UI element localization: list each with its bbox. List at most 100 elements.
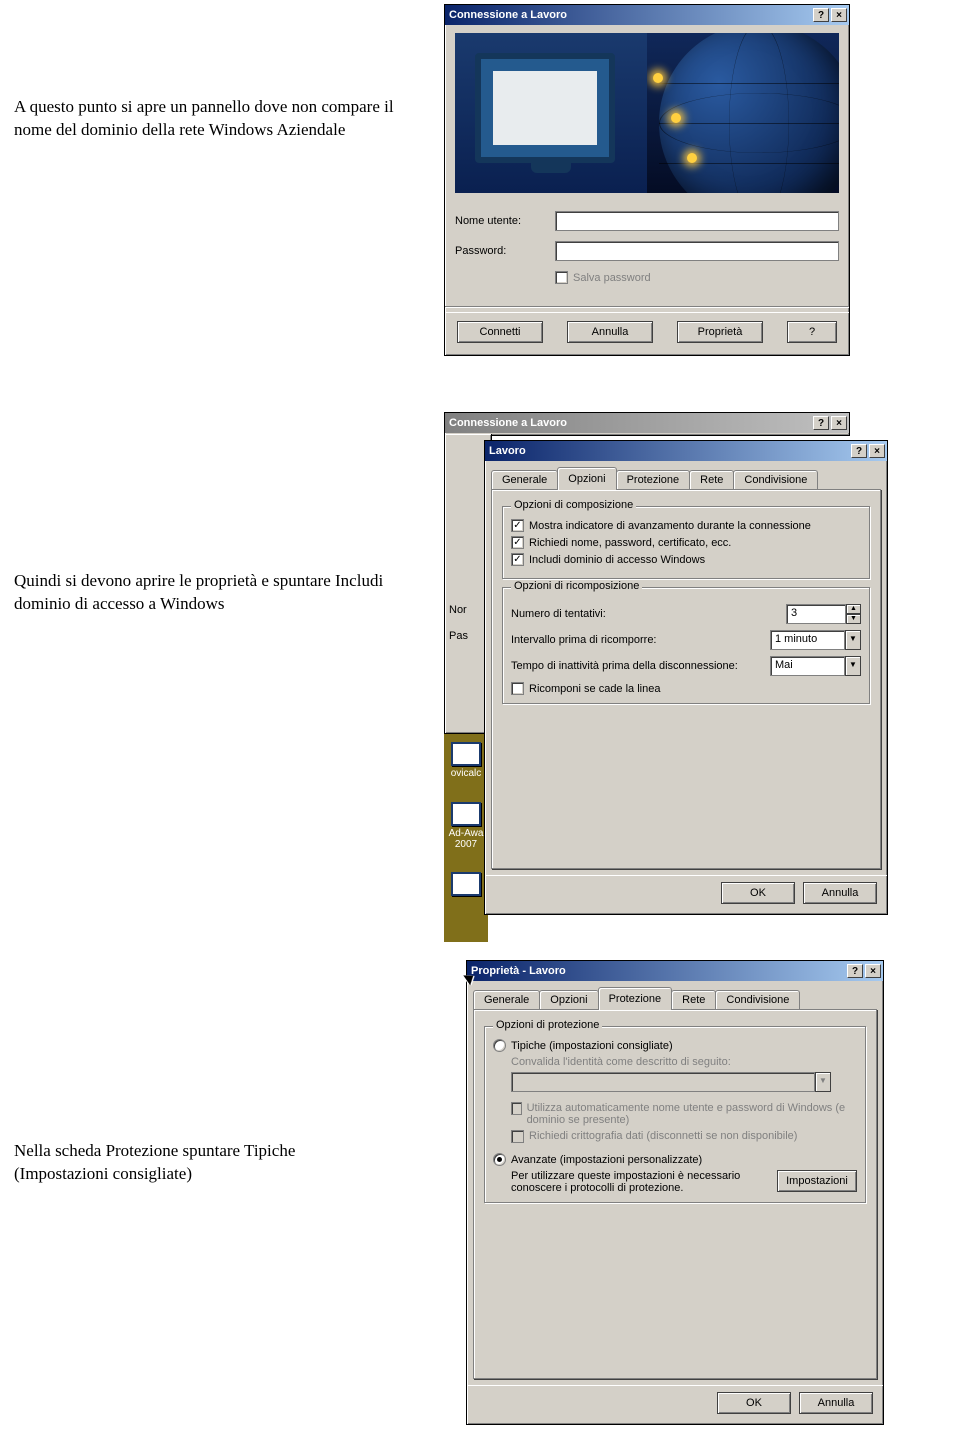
group-security-legend: Opzioni di protezione — [493, 1019, 602, 1031]
close-icon[interactable]: × — [865, 964, 881, 978]
shortcut-icon — [451, 872, 481, 896]
username-input[interactable] — [555, 211, 839, 231]
properties-button[interactable]: Proprietà — [677, 321, 763, 343]
password-input[interactable] — [555, 241, 839, 261]
desktop-icon-label: Ad-Awa — [446, 828, 486, 839]
chevron-down-icon: ▼ — [815, 1072, 831, 1092]
titlebar-lavoro[interactable]: Lavoro ? × — [485, 441, 887, 461]
partial-label-pas: Pas — [449, 630, 487, 642]
title-inactive: Connessione a Lavoro — [449, 417, 811, 429]
partial-label-nor: Nor — [449, 604, 487, 616]
chevron-down-icon[interactable]: ▼ — [845, 630, 861, 650]
interval-combo[interactable]: 1 minuto — [770, 630, 845, 650]
checkbox-prompt[interactable]: ✓ — [511, 536, 524, 549]
checkbox-redial-drop[interactable] — [511, 682, 524, 695]
help-button-icon[interactable]: ? — [847, 964, 863, 978]
titlebar-proprieta[interactable]: Proprietà - Lavoro ? × — [467, 961, 883, 981]
tab-rete[interactable]: Rete — [671, 990, 716, 1009]
doc-paragraph-3: Nella scheda Protezione spuntare Tipiche… — [14, 1140, 394, 1186]
username-label: Nome utente: — [455, 215, 555, 227]
label-prompt: Richiedi nome, password, certificato, ec… — [529, 537, 731, 549]
radio-advanced[interactable] — [493, 1153, 506, 1166]
tab-condivisione[interactable]: Condivisione — [715, 990, 800, 1009]
tab-generale[interactable]: Generale — [473, 990, 540, 1009]
dialog-lavoro: Lavoro ? × Generale Opzioni Protezione R… — [484, 440, 888, 915]
dialog-proprieta-lavoro: Proprietà - Lavoro ? × Generale Opzioni … — [466, 960, 884, 1425]
help-button-icon[interactable]: ? — [813, 8, 829, 22]
cancel-button[interactable]: Annulla — [803, 882, 877, 904]
titlebar-connection[interactable]: Connessione a Lavoro ? × — [445, 5, 849, 25]
label-redial-drop: Ricomponi se cade la linea — [529, 683, 660, 695]
tab-opzioni[interactable]: Opzioni — [557, 467, 616, 490]
group-redial-options: Opzioni di ricomposizione Numero di tent… — [502, 587, 870, 704]
shortcut-icon — [451, 742, 481, 766]
save-password-checkbox[interactable] — [555, 271, 568, 284]
label-include-domain: Includi dominio di accesso Windows — [529, 554, 705, 566]
checkbox-progress[interactable]: ✓ — [511, 519, 524, 532]
help-button[interactable]: ? — [787, 321, 837, 343]
cancel-button[interactable]: Annulla — [567, 321, 653, 343]
help-button-icon[interactable]: ? — [813, 416, 829, 430]
doc-paragraph-1: A questo punto si apre un pannello dove … — [14, 96, 394, 142]
shortcut-icon — [451, 802, 481, 826]
validate-combo — [511, 1072, 815, 1092]
ok-button[interactable]: OK — [717, 1392, 791, 1414]
tabstrip-proprieta: Generale Opzioni Protezione Rete Condivi… — [467, 981, 883, 1009]
label-auto-credentials: Utilizza automaticamente nome utente e p… — [527, 1102, 857, 1126]
tab-condivisione[interactable]: Condivisione — [733, 470, 818, 489]
spin-down-icon[interactable]: ▼ — [846, 614, 861, 624]
checkbox-auto-credentials — [511, 1102, 522, 1115]
checkbox-include-domain[interactable]: ✓ — [511, 553, 524, 566]
idle-combo[interactable]: Mai — [770, 656, 845, 676]
cancel-button[interactable]: Annulla — [799, 1392, 873, 1414]
tab-rete[interactable]: Rete — [689, 470, 734, 489]
tabstrip-lavoro: Generale Opzioni Protezione Rete Condivi… — [485, 461, 887, 489]
help-button-icon[interactable]: ? — [851, 444, 867, 458]
ok-button[interactable]: OK — [721, 882, 795, 904]
desktop-icon-partial[interactable] — [446, 872, 486, 898]
group-compose-legend: Opzioni di composizione — [511, 499, 636, 511]
dialog-connection: Connessione a Lavoro ? × Nome utente: — [444, 4, 850, 356]
desktop-icon-label: 2007 — [446, 839, 486, 850]
dialog-hero-image — [455, 33, 839, 193]
label-validate: Convalida l'identità come descritto di s… — [493, 1056, 857, 1068]
desktop-icon-adaware[interactable]: Ad-Awa 2007 — [446, 802, 486, 850]
attempts-input[interactable]: 3 — [786, 604, 846, 624]
label-progress: Mostra indicatore di avanzamento durante… — [529, 520, 811, 532]
doc-paragraph-2: Quindi si devono aprire le proprietà e s… — [14, 570, 394, 616]
tab-opzioni[interactable]: Opzioni — [539, 990, 598, 1009]
close-icon[interactable]: × — [831, 416, 847, 430]
title-lavoro: Lavoro — [489, 445, 849, 457]
spin-up-icon[interactable]: ▲ — [846, 604, 861, 614]
group-compose-options: Opzioni di composizione ✓ Mostra indicat… — [502, 506, 870, 579]
checkbox-require-encryption — [511, 1130, 524, 1143]
group-redial-legend: Opzioni di ricomposizione — [511, 580, 642, 592]
settings-button[interactable]: Impostazioni — [777, 1170, 857, 1192]
tab-generale[interactable]: Generale — [491, 470, 558, 489]
label-require-encryption: Richiedi crittografia dati (disconnetti … — [529, 1130, 797, 1142]
label-advanced: Avanzate (impostazioni personalizzate) — [511, 1154, 702, 1166]
desktop-icon-ovicalc[interactable]: ovicalc — [446, 742, 486, 779]
tabpanel-opzioni: Opzioni di composizione ✓ Mostra indicat… — [491, 489, 881, 869]
title-proprieta: Proprietà - Lavoro — [471, 965, 845, 977]
tab-protezione[interactable]: Protezione — [616, 470, 691, 489]
tab-protezione[interactable]: Protezione — [598, 987, 673, 1010]
label-typical: Tipiche (impostazioni consigliate) — [511, 1040, 673, 1052]
label-idle: Tempo di inattività prima della disconne… — [511, 660, 770, 672]
label-interval: Intervallo prima di ricomporre: — [511, 634, 770, 646]
password-label: Password: — [455, 245, 555, 257]
close-icon[interactable]: × — [831, 8, 847, 22]
chevron-down-icon[interactable]: ▼ — [845, 656, 861, 676]
save-password-label: Salva password — [573, 272, 651, 284]
radio-typical[interactable] — [493, 1039, 506, 1052]
group-security-options: Opzioni di protezione Tipiche (impostazi… — [484, 1026, 866, 1203]
dialog-connection-inactive: Connessione a Lavoro ? × — [444, 412, 850, 436]
desktop-icon-label: ovicalc — [446, 768, 486, 779]
label-advanced-hint: Per utilizzare queste impostazioni è nec… — [511, 1170, 769, 1194]
label-attempts: Numero di tentativi: — [511, 608, 786, 620]
connect-button[interactable]: Connetti — [457, 321, 543, 343]
titlebar-inactive[interactable]: Connessione a Lavoro ? × — [445, 413, 849, 433]
title-connection: Connessione a Lavoro — [449, 9, 811, 21]
tabpanel-protezione: Opzioni di protezione Tipiche (impostazi… — [473, 1009, 877, 1379]
close-icon[interactable]: × — [869, 444, 885, 458]
